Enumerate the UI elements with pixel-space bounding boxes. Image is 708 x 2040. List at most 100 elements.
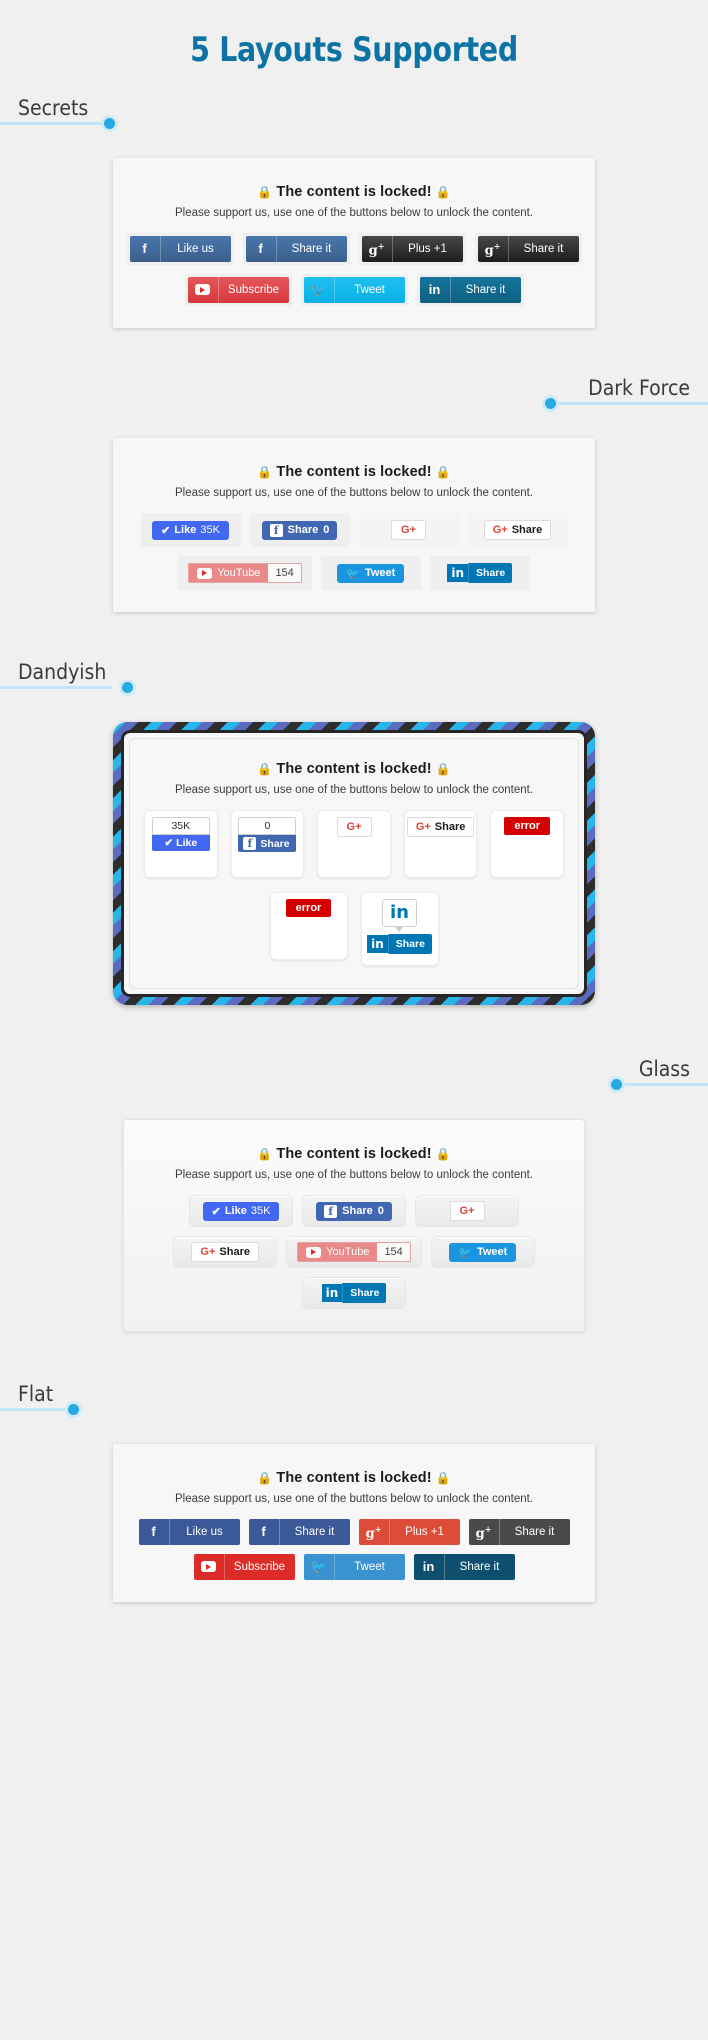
panel-secrets: 🔒 The content is locked! 🔒 Please suppor… [113,158,595,328]
facebook-share-button[interactable]: f Share it [248,1519,350,1545]
twitter-tweet-button[interactable]: 🐦 Tweet [449,1242,517,1262]
locked-heading-text: The content is locked! [276,1146,432,1162]
subscriber-count: 154 [268,564,301,582]
twitter-error-tile[interactable]: error [269,892,348,960]
google-plus-share-tile[interactable]: G+ Share [403,810,478,878]
youtube-subscribe-button[interactable]: YouTube 154 [297,1242,411,1262]
locked-subtext: Please support us, use one of the button… [174,784,534,796]
google-plus-one-button[interactable]: g+ Plus +1 [361,236,463,262]
google-plus-icon: g+ [359,1519,390,1545]
facebook-share-button[interactable]: f Share 0 [316,1201,392,1221]
lock-icon: 🔒 [435,1471,451,1485]
section-dot [611,1079,622,1090]
section-dot [545,398,556,409]
panel-dandyish: 🔒 The content is locked! 🔒 Please suppor… [113,722,595,1005]
secrets-row-1: f Like us f Share it g+ Plus +1 g+ Share… [126,233,582,265]
facebook-icon: f [243,837,257,850]
locked-heading: 🔒 The content is locked! 🔒 [131,184,577,200]
secrets-button-wrap: g+ Plus +1 [358,233,466,265]
linkedin-share-button[interactable]: in Share [447,563,513,583]
button-label: Share [342,1283,387,1303]
facebook-like-button[interactable]: f Like us [129,236,231,262]
section-label: Dandyish [18,660,107,684]
section-rule [623,1083,708,1086]
facebook-icon: f [130,236,161,262]
google-plus-share-button[interactable]: g+ Share it [477,236,579,262]
youtube-icon [194,1554,225,1580]
flat-row-1: f Like us f Share it g+ Plus +1 g+ Share… [131,1519,577,1545]
subscriber-count: 154 [377,1243,410,1261]
linkedin-share-button[interactable]: in Share it [413,1554,515,1580]
linkedin-share-tile[interactable]: in in Share [360,892,439,966]
glass-row-3: in Share [142,1277,566,1309]
secrets-button-wrap: f Share it [242,233,350,265]
widget-cell: ✔ Like 35K [140,513,241,547]
dandyish-border: 🔒 The content is locked! 🔒 Please suppor… [121,730,587,997]
locked-subtext: Please support us, use one of the button… [174,487,534,499]
linkedin-share-button[interactable]: in Share it [419,277,521,303]
button-label: Subscribe [233,1561,286,1573]
locked-heading-text: The content is locked! [276,1470,432,1486]
section-label: Flat [18,1382,54,1406]
button-label: Share it [523,243,564,255]
youtube-subscribe-button[interactable]: YouTube 154 [188,563,302,583]
facebook-like-button[interactable]: ✔ Like 35K [202,1201,280,1221]
google-plus-one-button[interactable]: g+ Plus +1 [358,1519,460,1545]
widget-cell: G+ [415,1195,519,1227]
locked-heading-text: The content is locked! [276,464,432,480]
youtube-subscribe-button[interactable]: Subscribe [187,277,289,303]
google-plus-one-button[interactable]: G+ [449,1201,485,1221]
linkedin-icon: in [367,935,388,953]
google-plus-one-button[interactable]: G+ [336,817,372,837]
button-label: Like us [186,1526,223,1538]
like-count: 35K [151,817,210,835]
youtube-subscribe-button[interactable]: Subscribe [193,1554,295,1580]
section-dot [68,1404,79,1415]
twitter-tweet-button[interactable]: 🐦 Tweet [303,1554,405,1580]
facebook-like-button[interactable]: ✔ Like 35K [152,520,229,540]
google-plus-icon: G+ [401,524,416,536]
youtube-error-tile[interactable]: error [490,810,564,878]
button-label: Share [511,524,543,536]
google-plus-share-button[interactable]: G+ Share [483,520,552,540]
button-label: Like us [177,243,214,255]
twitter-tweet-button[interactable]: 🐦 Tweet [337,563,405,583]
linkedin-icon: in [390,902,409,923]
locked-heading-text: The content is locked! [276,761,432,777]
widget-cell: G+ [358,513,459,547]
widget-cell: YouTube 154 [178,556,312,590]
linkedin-share-button[interactable]: in Share [367,934,432,954]
panel-dark-force: 🔒 The content is locked! 🔒 Please suppor… [113,438,595,612]
facebook-share-button[interactable]: f Share 0 [261,520,338,540]
panel-glass: 🔒 The content is locked! 🔒 Please suppor… [123,1119,585,1332]
linkedin-share-button[interactable]: in Share [321,1283,387,1303]
glass-row-2: G+ Share YouTube 154 🐦 Tweet [142,1236,566,1268]
secrets-button-wrap: Subscribe [184,274,292,306]
facebook-like-tile[interactable]: 35K ✔ Like [144,810,218,878]
dandyish-row-1: 35K ✔ Like 0 f Share G+ G+ Share error [144,810,564,878]
google-plus-one-button[interactable]: G+ [391,520,426,540]
lock-icon: 🔒 [435,1147,451,1161]
button-label: Tweet [354,284,385,296]
panel-flat: 🔒 The content is locked! 🔒 Please suppor… [113,1444,595,1602]
google-plus-one-tile[interactable]: G+ [317,810,391,878]
linkedin-count-box: in [382,899,417,932]
facebook-like-button[interactable]: f Like us [138,1519,240,1545]
button-label: Like [224,1205,247,1217]
secrets-row-2: Subscribe 🐦 Tweet in Share it [131,274,577,306]
widget-cell: 🐦 Tweet [430,1236,535,1268]
section-dot [122,682,133,693]
button-label: Subscribe [227,284,280,296]
lock-icon: 🔒 [435,762,451,776]
button-label: Tweet [364,567,396,579]
error-badge: error [285,899,332,917]
google-plus-share-button[interactable]: G+ Share [191,1242,259,1262]
facebook-share-tile[interactable]: 0 f Share [230,810,305,878]
google-plus-share-button[interactable]: G+ Share [406,817,475,837]
google-plus-share-button[interactable]: g+ Share it [468,1519,570,1545]
facebook-icon: f [324,1204,338,1218]
locked-heading: 🔒 The content is locked! 🔒 [144,761,564,777]
twitter-tweet-button[interactable]: 🐦 Tweet [303,277,405,303]
locked-heading: 🔒 The content is locked! 🔒 [131,1470,577,1486]
facebook-share-button[interactable]: f Share it [245,236,347,262]
